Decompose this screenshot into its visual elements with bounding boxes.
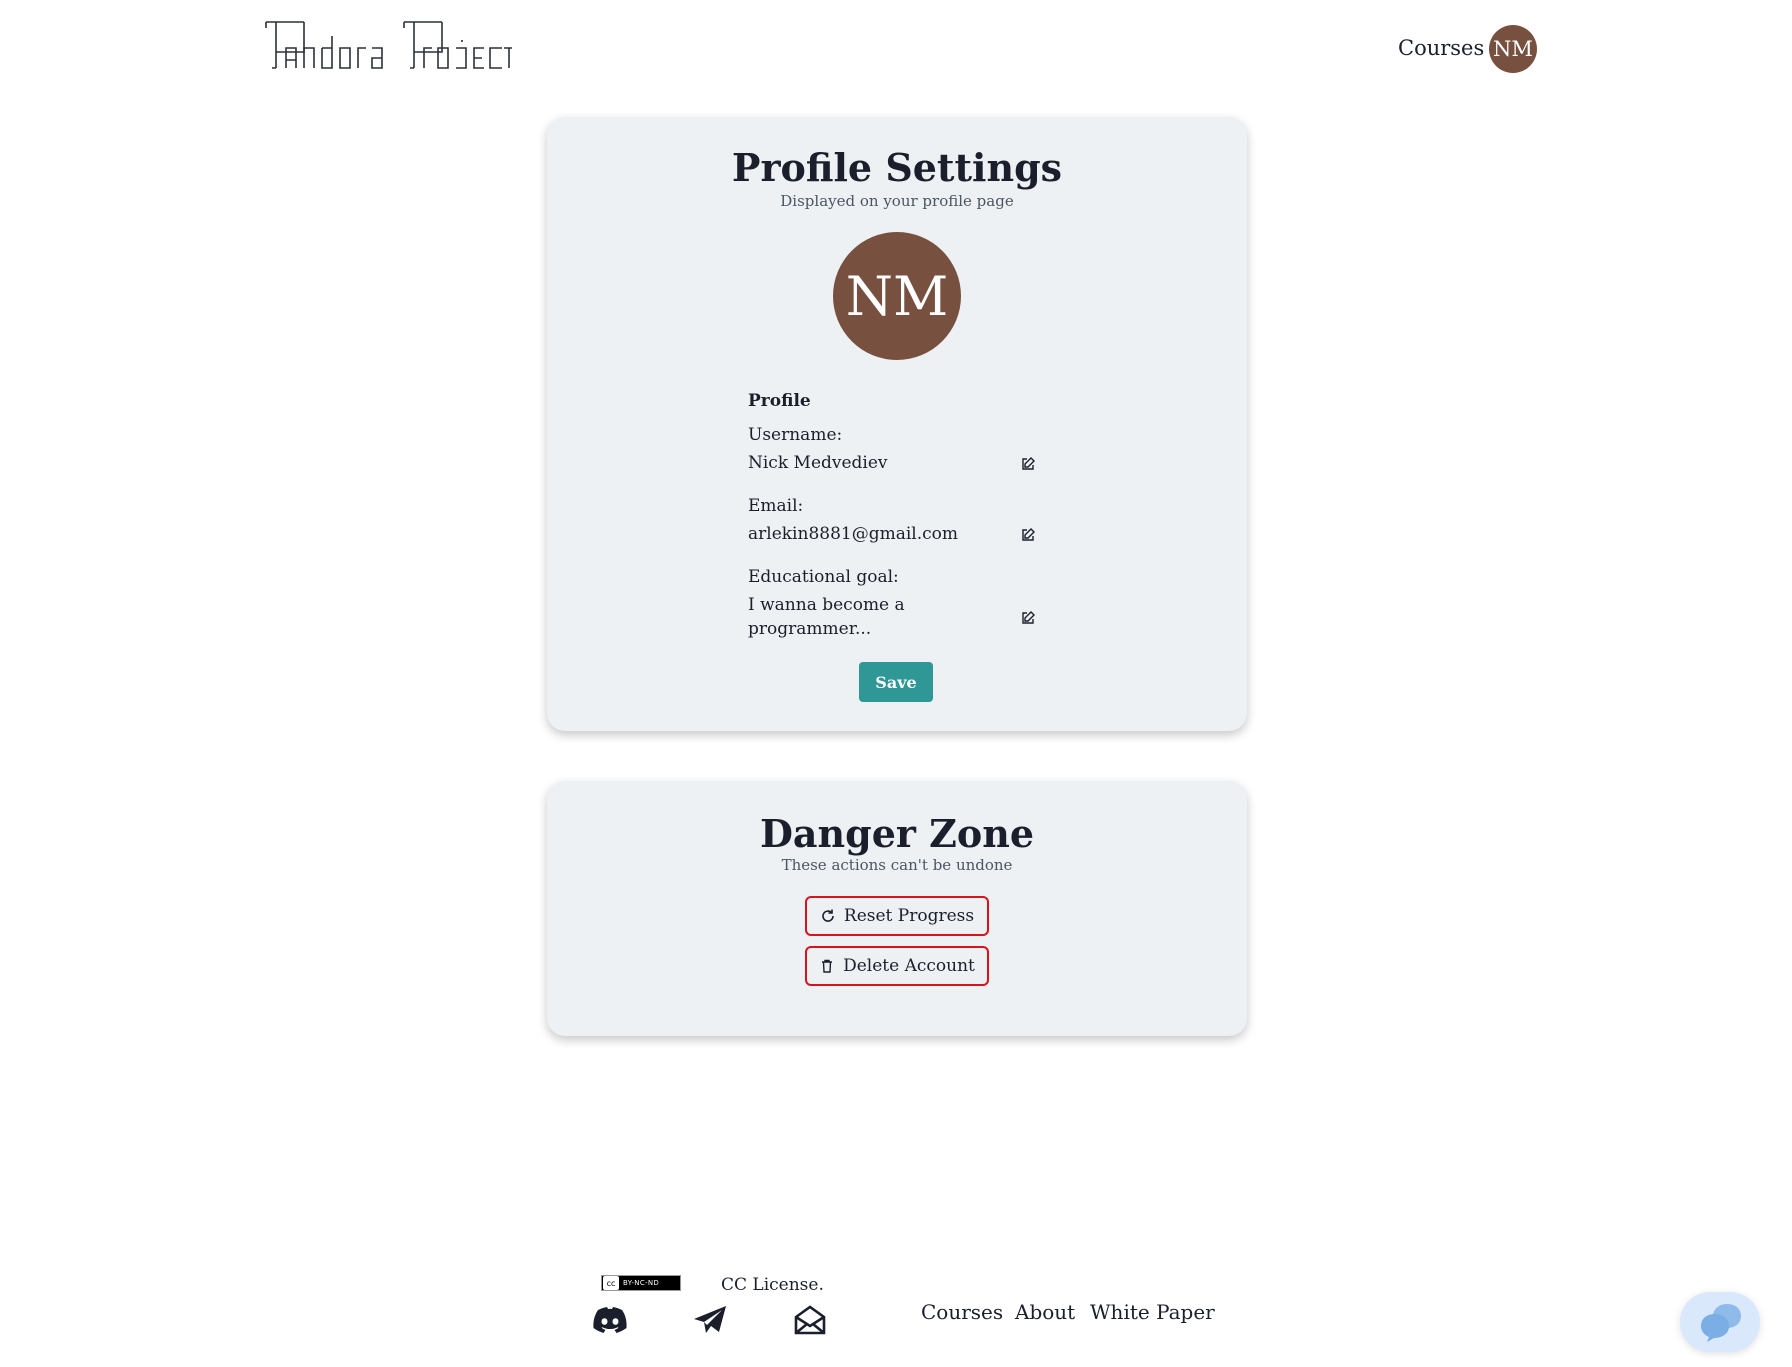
reset-progress-button[interactable]: Reset Progress	[805, 896, 989, 936]
logo-mark	[265, 21, 514, 69]
discord-glyph	[593, 1307, 627, 1333]
save-button[interactable]: Save	[859, 662, 933, 702]
email-label: Email:	[748, 496, 804, 516]
cc-license-text: CC License.	[721, 1275, 824, 1295]
edit-email-icon[interactable]	[1020, 527, 1036, 543]
danger-zone-title: Danger Zone	[759, 811, 1035, 856]
edit-icon	[1022, 611, 1035, 624]
chat-icon	[1701, 1304, 1741, 1342]
delete-account-label: Delete Account	[843, 956, 975, 976]
user-avatar[interactable]: NM	[1489, 25, 1537, 73]
danger-zone-card: Danger Zone These actions can't be undon…	[547, 781, 1247, 1036]
danger-zone-subtitle: These actions can't be undone	[781, 856, 1013, 874]
mail-icon[interactable]	[792, 1304, 828, 1336]
edit-username-icon[interactable]	[1020, 456, 1036, 472]
refresh-icon	[822, 909, 834, 922]
profile-avatar: NM	[833, 232, 961, 360]
cc-badge-text: BY-NC-ND	[623, 1279, 660, 1287]
cc-logo-icon: cc	[603, 1276, 619, 1290]
goal-label: Educational goal:	[748, 567, 899, 587]
telegram-icon[interactable]	[692, 1304, 728, 1336]
goal-value: I wanna become a programmer...	[748, 595, 905, 639]
edit-icon	[1022, 457, 1035, 470]
discord-icon[interactable]	[592, 1304, 628, 1336]
profile-settings-card: Profile Settings Displayed on your profi…	[547, 117, 1247, 731]
trash-icon	[822, 959, 833, 973]
footer-link-courses[interactable]: Courses	[921, 1300, 1003, 1324]
profile-section-label: Profile	[748, 391, 811, 411]
reset-progress-label: Reset Progress	[843, 906, 975, 926]
profile-settings-title: Profile Settings	[731, 145, 1063, 190]
pandora-project-logo[interactable]	[262, 18, 514, 74]
footer-link-white-paper[interactable]: White Paper	[1090, 1300, 1215, 1324]
footer-link-about[interactable]: About	[1015, 1300, 1075, 1324]
edit-icon	[1022, 528, 1035, 541]
chat-widget-button[interactable]	[1680, 1292, 1760, 1352]
header: Courses NM	[0, 0, 1792, 100]
edit-goal-icon[interactable]	[1020, 610, 1036, 626]
profile-settings-subtitle: Displayed on your profile page	[780, 192, 1014, 210]
delete-account-button[interactable]: Delete Account	[805, 946, 989, 986]
username-label: Username:	[748, 425, 843, 445]
envelope-open-glyph	[794, 1305, 826, 1335]
username-value: Nick Medvediev	[748, 453, 888, 473]
nav-courses-link[interactable]: Courses	[1398, 36, 1484, 60]
paper-plane-glyph	[694, 1306, 726, 1333]
email-value: arlekin8881@gmail.com	[748, 524, 959, 544]
cc-license-badge[interactable]: cc BY-NC-ND	[601, 1275, 681, 1291]
